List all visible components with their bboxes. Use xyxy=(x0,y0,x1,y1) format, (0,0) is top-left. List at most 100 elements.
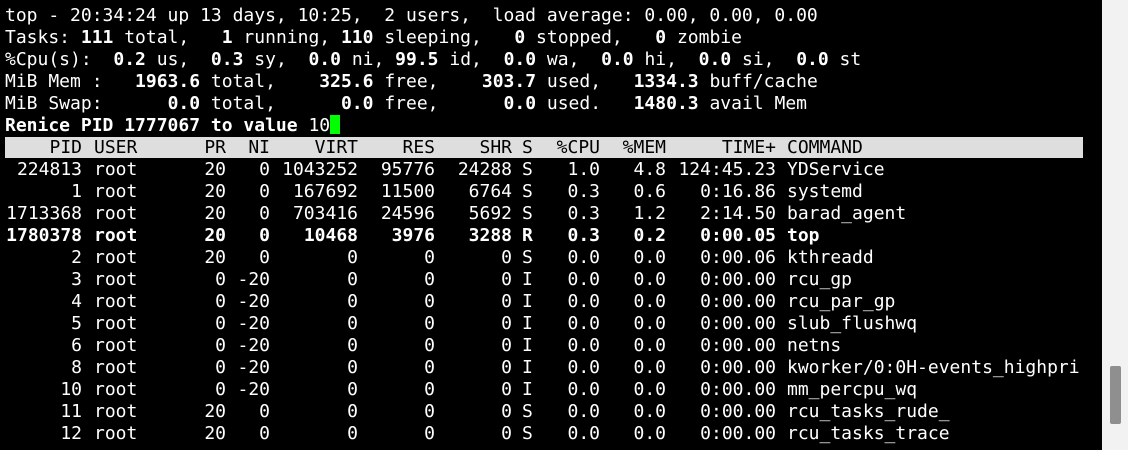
process-row[interactable]: 6 root 0 -20 0 0 0 I 0.0 0.0 0:00.00 netns xyxy=(0,335,1100,357)
process-pid: 8 xyxy=(71,357,82,378)
tasks-label: Tasks: xyxy=(5,27,81,48)
process-row[interactable]: 10 root 0 -20 0 0 0 I 0.0 0.0 0:00.00 mm_percpu_wq xyxy=(0,379,1100,401)
process-cmd: netns xyxy=(787,335,842,356)
process-cmd: rcu_gp xyxy=(787,269,853,290)
process-s: R xyxy=(522,225,533,246)
column-header-virt: VIRT xyxy=(314,137,358,158)
process-ni: 0 xyxy=(259,203,270,224)
process-virt: 0 xyxy=(347,335,358,356)
cpu-line: %Cpu(s): 0.2 us, 0.3 sy, 0.0 ni, 99.5 id… xyxy=(5,49,861,71)
process-pid: 3 xyxy=(71,269,82,290)
cpu-label: %Cpu(s): xyxy=(5,49,114,70)
process-res: 3976 xyxy=(391,225,435,246)
process-time: 0:00.00 xyxy=(700,269,776,290)
cpu-ni: 0.0 xyxy=(308,49,341,70)
process-pid: 1780378 xyxy=(6,225,82,246)
swap-label: MiB Swap: xyxy=(5,93,168,114)
process-s: S xyxy=(522,203,533,224)
renice-input-value[interactable]: 10 xyxy=(308,115,330,136)
process-pid: 12 xyxy=(60,423,82,444)
process-user: root xyxy=(94,225,138,246)
process-mem: 0.6 xyxy=(633,181,666,202)
process-row[interactable]: 1 root 20 0 167692 11500 6764 S 0.3 0.6 0:16.86 sys… xyxy=(0,181,1100,203)
process-pid: 11 xyxy=(60,401,82,422)
process-shr: 6764 xyxy=(468,181,512,202)
process-cpu: 0.0 xyxy=(567,401,600,422)
scrollbar-thumb[interactable] xyxy=(1110,366,1121,424)
tasks-zombie: 0 xyxy=(655,27,667,48)
vertical-scrollbar[interactable] xyxy=(1102,0,1128,450)
process-ni: -20 xyxy=(237,357,270,378)
process-user: root xyxy=(94,423,138,444)
process-pr: 20 xyxy=(204,159,226,180)
process-cpu: 0.0 xyxy=(567,335,600,356)
process-pr: 20 xyxy=(204,423,226,444)
process-virt: 167692 xyxy=(292,181,358,202)
process-row[interactable]: 11 root 20 0 0 0 0 S 0.0 0.0 0:00.00 rcu_tasks_rude… xyxy=(0,401,1100,423)
process-row[interactable]: 2 root 20 0 0 0 0 S 0.0 0.0 0:00.06 kthreadd xyxy=(0,247,1100,269)
column-header-shr: SHR xyxy=(479,137,512,158)
process-row[interactable]: 5 root 0 -20 0 0 0 I 0.0 0.0 0:00.00 slub_flushwq xyxy=(0,313,1100,335)
column-header-row: PID USER PR NI VIRT RES SHR S %CPU %MEM TIME+ COMMA… xyxy=(0,137,1100,159)
process-user: root xyxy=(94,181,138,202)
cpu-id-label: id, xyxy=(438,49,504,70)
process-time: 0:00.00 xyxy=(700,379,776,400)
cpu-sy: 0.3 xyxy=(210,49,244,70)
process-user: root xyxy=(94,401,138,422)
process-cpu: 0.0 xyxy=(567,247,600,268)
process-res: 0 xyxy=(424,335,435,356)
process-ni: 0 xyxy=(259,401,270,422)
process-cmd: systemd xyxy=(787,181,863,202)
mem-buff: 1334.3 xyxy=(633,71,699,92)
process-row[interactable]: 4 root 0 -20 0 0 0 I 0.0 0.0 0:00.00 rcu_par_gp xyxy=(0,291,1100,313)
swap-free: 0.0 xyxy=(340,93,374,114)
process-shr: 5692 xyxy=(468,203,512,224)
terminal-window[interactable]: top - 20:34:24 up 13 days, 10:25, 2 user… xyxy=(0,0,1102,450)
mem-total: 1963.6 xyxy=(135,71,201,92)
process-shr: 0 xyxy=(501,423,512,444)
process-row[interactable]: 12 root 20 0 0 0 0 S 0.0 0.0 0:00.00 rcu_tasks_trac… xyxy=(0,423,1100,445)
process-virt: 1043252 xyxy=(282,159,358,180)
tasks-total: 111 xyxy=(80,27,114,48)
cpu-ni-label: ni, xyxy=(340,49,396,70)
process-pr: 0 xyxy=(215,379,226,400)
process-mem: 0.0 xyxy=(633,401,666,422)
process-s: I xyxy=(522,269,533,290)
process-pr: 20 xyxy=(204,203,226,224)
process-s: S xyxy=(522,401,533,422)
process-time: 0:00.06 xyxy=(700,247,776,268)
mem-label: MiB Mem : xyxy=(5,71,136,92)
process-mem: 0.0 xyxy=(633,269,666,290)
column-header-pr: PR xyxy=(204,137,226,158)
tasks-running: 1 xyxy=(221,27,233,48)
process-pr: 0 xyxy=(215,269,226,290)
cpu-st: 0.0 xyxy=(796,49,829,70)
process-cmd: barad_agent xyxy=(787,203,907,224)
process-shr: 24288 xyxy=(457,159,512,180)
process-row[interactable]: 1780378 root 20 0 10468 3976 3288 R 0.3 0.2 0:00.0… xyxy=(0,225,1100,247)
column-header-res: RES xyxy=(402,137,435,158)
process-s: I xyxy=(522,335,533,356)
process-time: 0:00.00 xyxy=(700,423,776,444)
renice-prompt[interactable]: Renice PID 1777067 to value 10 xyxy=(5,115,341,137)
process-ni: 0 xyxy=(259,225,270,246)
process-time: 124:45.23 xyxy=(678,159,776,180)
process-pid: 6 xyxy=(71,335,82,356)
process-row[interactable]: 224813 root 20 0 1043252 95776 24288 S 1.0 4.8 124… xyxy=(0,159,1100,181)
process-pr: 20 xyxy=(204,247,226,268)
process-cpu: 0.0 xyxy=(567,423,600,444)
process-row[interactable]: 8 root 0 -20 0 0 0 I 0.0 0.0 0:00.00 kworker/0:0H-e… xyxy=(0,357,1100,379)
process-s: I xyxy=(522,379,533,400)
tasks-running-label: running, xyxy=(232,27,341,48)
process-mem: 0.0 xyxy=(633,313,666,334)
process-row[interactable]: 3 root 0 -20 0 0 0 I 0.0 0.0 0:00.00 rcu_gp xyxy=(0,269,1100,291)
process-time: 0:00.00 xyxy=(700,291,776,312)
process-time: 2:14.50 xyxy=(700,203,776,224)
process-cpu: 1.0 xyxy=(567,159,600,180)
process-shr: 0 xyxy=(501,401,512,422)
process-row[interactable]: 1713368 root 20 0 703416 24596 5692 S 0.3 1.2 2:14… xyxy=(0,203,1100,225)
column-header-time: TIME+ xyxy=(721,137,776,158)
process-pid: 4 xyxy=(71,291,82,312)
process-ni: -20 xyxy=(237,313,270,334)
mem-used: 303.7 xyxy=(481,71,537,92)
